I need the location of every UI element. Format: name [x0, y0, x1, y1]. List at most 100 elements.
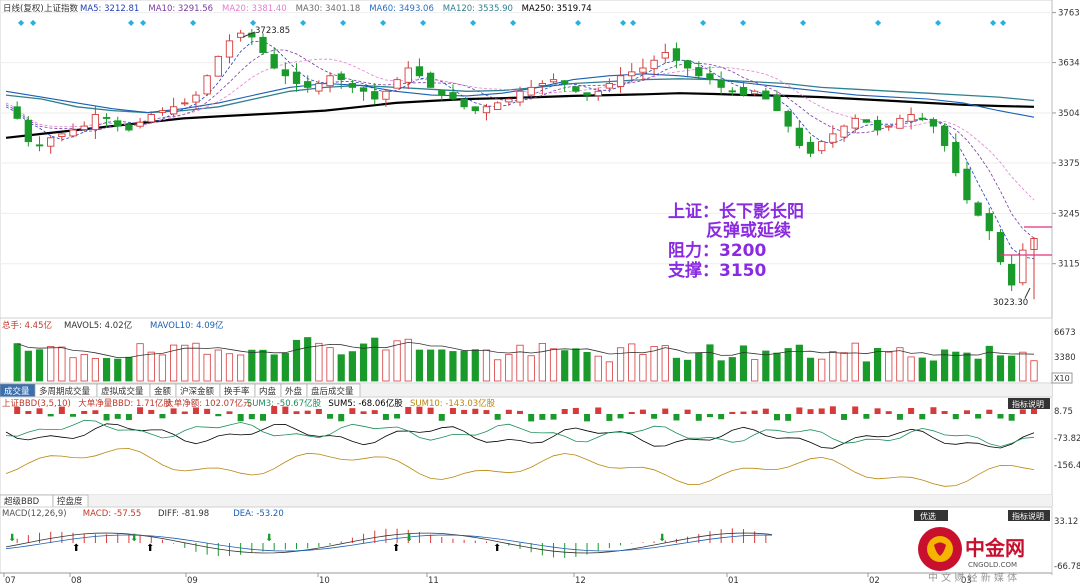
bbd-bar: [528, 414, 535, 422]
candle-body: [672, 48, 681, 61]
candle-body: [91, 114, 100, 131]
volume-bar: [952, 351, 960, 382]
candle-body: [583, 92, 591, 96]
bbd-bar: [941, 411, 948, 414]
bbd-bar: [394, 414, 401, 419]
volume-bar: [281, 352, 289, 382]
bbd-bar: [125, 414, 132, 421]
price-axis: 3763 3634 3504 3375 3245 3115: [1052, 9, 1080, 270]
bbd-bar: [371, 410, 378, 414]
volume-bar: [136, 343, 144, 382]
price-tick-label: 3634: [1058, 59, 1080, 69]
bbd-bar: [438, 414, 445, 421]
tab-3[interactable]: 虚拟成交量: [96, 383, 151, 398]
bbd-bar: [584, 414, 591, 422]
volume-bar: [516, 344, 524, 382]
bbd-bar: [494, 414, 501, 420]
indicator-tab-1[interactable]: 超级BBD: [0, 494, 54, 508]
candle-body: [426, 72, 435, 88]
watermark-slogan: 中 文 财 经 新 媒 体: [928, 571, 1017, 584]
indicator-tab-2[interactable]: 控盘度: [52, 494, 89, 508]
candle-body: [158, 110, 167, 113]
candle-body: [516, 90, 524, 103]
candle-body: [873, 119, 882, 131]
volume-bar: [181, 344, 189, 382]
candle-body: [147, 114, 155, 123]
bbd-bar: [919, 414, 926, 420]
candle-body: [214, 55, 222, 77]
volume-bar: [862, 361, 870, 382]
volume-bar: [561, 350, 569, 382]
volume-bar: [270, 354, 278, 382]
tab-4[interactable]: 金额: [149, 383, 177, 398]
volume-bar: [237, 354, 245, 382]
x-tick-label: 02: [869, 576, 880, 585]
macd-label: DEA: -53.20: [233, 509, 284, 519]
candle-body: [605, 83, 614, 89]
volume-bar: [907, 356, 915, 382]
tab-9[interactable]: 盘后成交量: [306, 383, 361, 398]
volume-bar: [706, 344, 714, 382]
tab-2[interactable]: 多周期成交量: [34, 383, 98, 398]
candle-body: [259, 36, 267, 53]
ma-label: MA20: 3381.40: [222, 4, 287, 14]
candle-body: [69, 129, 77, 137]
volume-bar: [494, 359, 502, 382]
candle-body: [907, 114, 915, 122]
candle-body: [996, 232, 1005, 263]
bbd-bar: [14, 406, 21, 414]
up-arrow-icon: ⬆: [72, 543, 80, 554]
tab-label: 盘后成交量: [311, 386, 354, 397]
bbd-bar: [729, 411, 736, 414]
volume-bar: [304, 337, 312, 382]
candle-body: [1008, 263, 1016, 286]
candle-body: [24, 119, 32, 143]
volume-bar: [728, 357, 736, 382]
candle-body: [974, 202, 982, 216]
price-tick-label: 3504: [1058, 109, 1080, 119]
tab-label: 多周期成交量: [39, 386, 91, 397]
tab-label: 超级BBD: [4, 496, 40, 507]
candle-body: [728, 90, 736, 93]
volume-bar: [829, 351, 837, 382]
volume-bar: [885, 351, 893, 382]
bbd-bar: [360, 411, 367, 414]
bbd-bar: [338, 414, 345, 422]
bbd-label: 大单净量BBD: 1.71亿股: [78, 398, 172, 409]
volume-bar: [795, 344, 803, 382]
tab-6[interactable]: 换手率: [219, 383, 256, 398]
signal-star-icon: ◆: [630, 18, 637, 27]
bbd-bar: [986, 409, 993, 414]
watermark-url: CNGOLD.COM: [968, 561, 1017, 569]
x-tick-label: 11: [428, 576, 439, 585]
tab-1[interactable]: 成交量: [0, 383, 36, 398]
candle-body: [717, 79, 725, 88]
volume-bar: [91, 358, 99, 382]
bbd-bar: [405, 406, 412, 414]
bbd-bar: [81, 410, 88, 414]
x-tick-label: 09: [187, 576, 198, 585]
volume-label: MAVOL5: 4.02亿: [64, 320, 132, 331]
candle-body: [806, 141, 815, 154]
index-name: 上证指数: [44, 3, 79, 14]
volume-bar: [225, 353, 234, 382]
volume-bar: [415, 349, 424, 382]
bbd-bar: [718, 414, 725, 420]
down-arrow-icon: ⬇: [265, 533, 273, 544]
candle-body: [695, 67, 703, 77]
volume-label: 总手: 4.45亿: [2, 320, 52, 331]
volume-bar: [851, 342, 859, 382]
tab-8[interactable]: 外盘: [280, 383, 308, 398]
candle-body: [985, 213, 993, 232]
bbd-bar: [181, 411, 188, 414]
volume-bar: [538, 343, 546, 382]
price-tick-label: 3375: [1058, 159, 1080, 169]
annotation-line-2: 反弹或延续: [706, 220, 791, 241]
bbd-bar: [192, 407, 199, 414]
tab-7[interactable]: 内盘: [254, 383, 282, 398]
bbd-bar: [774, 414, 780, 421]
bbd-bar: [271, 406, 278, 414]
bbd-bar: [796, 407, 803, 414]
candle-body: [628, 71, 636, 77]
tab-5[interactable]: 沪深金额: [175, 383, 221, 398]
